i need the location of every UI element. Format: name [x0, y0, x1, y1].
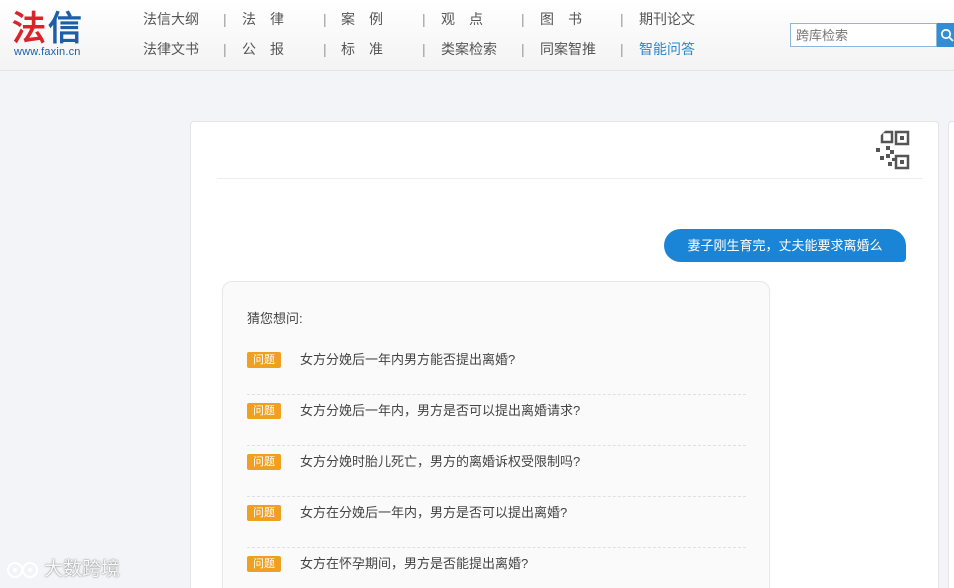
suggest-title: 猜您想问: — [247, 311, 303, 326]
nav-separator: | — [521, 41, 525, 57]
watermark-text: 大数跨境 — [44, 559, 121, 580]
question-badge: 问题 — [247, 556, 281, 572]
nav-books[interactable]: 图 书 — [540, 9, 582, 29]
nav-journals[interactable]: 期刊论文 — [639, 9, 695, 29]
right-panel-edge — [948, 121, 954, 588]
nav-separator: | — [422, 11, 426, 27]
nav-smart-qa[interactable]: 智能问答 — [639, 39, 695, 59]
suggested-question-item[interactable]: 问题 女方分娩后一年内，男方是否可以提出离婚请求? — [247, 395, 746, 446]
qr-code-icon[interactable] — [872, 130, 912, 170]
question-text[interactable]: 女方在分娩后一年内，男方是否可以提出离婚? — [300, 503, 567, 523]
suggested-question-item[interactable]: 问题 女方在分娩后一年内，男方是否可以提出离婚? — [247, 497, 746, 548]
nav-opinion[interactable]: 观 点 — [441, 9, 483, 29]
suggested-question-item[interactable]: 问题 女方分娩后一年内男方能否提出离婚? — [247, 344, 746, 395]
logo-char-xin: 信 — [48, 9, 82, 49]
site-header: 法 信 www.faxin.cn 法信大纲 | 法 律 | 案 例 | 观 点 … — [0, 0, 954, 71]
nav-separator: | — [323, 41, 327, 57]
question-text[interactable]: 女方在怀孕期间，男方是否能提出离婚? — [300, 554, 528, 574]
user-message-bubble: 妻子刚生育完，丈夫能要求离婚么 — [664, 229, 906, 262]
search-icon — [940, 28, 954, 42]
suggested-questions-panel: 猜您想问: 问题 女方分娩后一年内男方能否提出离婚? 问题 女方分娩后一年内，男… — [222, 281, 770, 588]
suggested-question-list: 问题 女方分娩后一年内男方能否提出离婚? 问题 女方分娩后一年内，男方是否可以提… — [247, 344, 746, 588]
nav-separator: | — [223, 11, 227, 27]
nav-separator: | — [422, 41, 426, 57]
nav-separator: | — [620, 41, 624, 57]
nav-same-case-push[interactable]: 同案智推 — [540, 39, 596, 59]
logo-char-fa: 法 — [12, 9, 46, 49]
question-badge: 问题 — [247, 352, 281, 368]
nav-case[interactable]: 案 例 — [341, 9, 383, 29]
search-button[interactable] — [937, 23, 954, 47]
faxin-logo[interactable]: 法 信 www.faxin.cn — [12, 10, 92, 62]
watermark: 大数跨境 — [6, 556, 120, 584]
nav-separator: | — [521, 11, 525, 27]
nav-outline[interactable]: 法信大纲 — [143, 9, 199, 29]
question-text[interactable]: 女方分娩后一年内，男方是否可以提出离婚请求? — [300, 401, 580, 421]
card-divider — [217, 178, 923, 179]
nav-separator: | — [620, 11, 624, 27]
nav-gazette[interactable]: 公 报 — [242, 39, 284, 59]
suggested-question-item[interactable]: 问题 女方在怀孕期间，男方是否能提出离婚? — [247, 548, 746, 588]
question-badge: 问题 — [247, 403, 281, 419]
question-text[interactable]: 女方分娩时胎儿死亡，男方的离婚诉权受限制吗? — [300, 452, 580, 472]
question-badge: 问题 — [247, 505, 281, 521]
cross-library-search-input[interactable] — [790, 23, 937, 47]
nav-law[interactable]: 法 律 — [242, 9, 284, 29]
suggested-question-item[interactable]: 问题 女方分娩时胎儿死亡，男方的离婚诉权受限制吗? — [247, 446, 746, 497]
watermark-logo-icon — [7, 561, 38, 578]
nav-standards[interactable]: 标 准 — [341, 39, 383, 59]
nav-similar-case-search[interactable]: 类案检索 — [441, 39, 497, 59]
question-text[interactable]: 女方分娩后一年内男方能否提出离婚? — [300, 350, 515, 370]
logo-url: www.faxin.cn — [14, 46, 81, 58]
nav-separator: | — [323, 11, 327, 27]
nav-separator: | — [223, 41, 227, 57]
question-badge: 问题 — [247, 454, 281, 470]
nav-legal-documents[interactable]: 法律文书 — [143, 39, 199, 59]
